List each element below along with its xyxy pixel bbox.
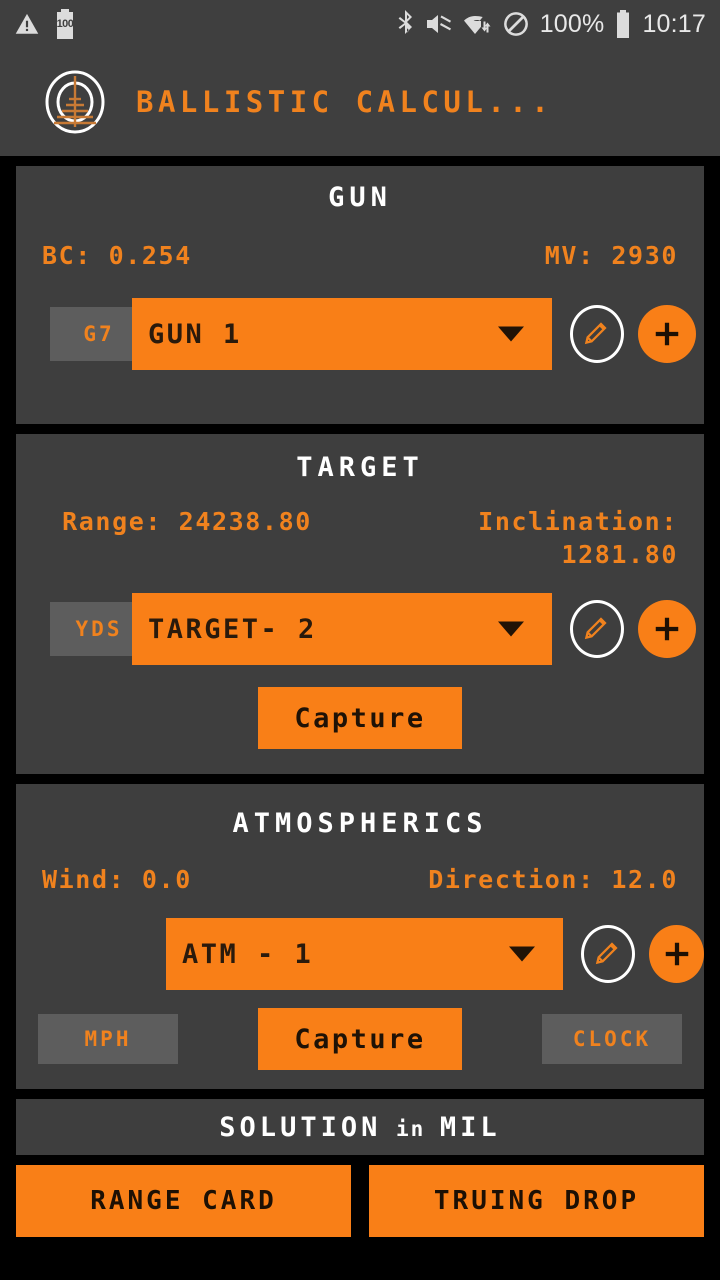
divider bbox=[0, 774, 720, 784]
gun-edit-button[interactable] bbox=[570, 305, 624, 363]
target-stats-row: Range: 24238.80 Inclination: 1281.80 bbox=[16, 505, 704, 571]
clock-label: 10:17 bbox=[642, 9, 706, 38]
do-not-disturb-icon bbox=[503, 11, 529, 37]
pencil-icon bbox=[593, 937, 623, 972]
bottom-button-row: RANGE CARD TRUING DROP bbox=[0, 1155, 720, 1237]
chevron-down-icon bbox=[498, 326, 524, 342]
solution-header: SOLUTION in MIL bbox=[16, 1099, 704, 1155]
target-profile-dropdown[interactable]: TARGET- 2 bbox=[132, 593, 552, 665]
divider bbox=[0, 1089, 720, 1099]
status-bar: 100 100% 10:17 bbox=[0, 0, 720, 48]
atmospherics-control-row: ATM - 1 bbox=[16, 918, 704, 990]
truing-drop-button[interactable]: TRUING DROP bbox=[369, 1165, 704, 1237]
volume-muted-icon bbox=[426, 12, 453, 36]
atmospherics-stats-row: Wind: 0.0 Direction: 12.0 bbox=[16, 863, 704, 896]
target-add-button[interactable] bbox=[638, 600, 696, 658]
gun-card-title: GUN bbox=[328, 182, 392, 213]
battery-saver-value: 100 bbox=[56, 18, 74, 30]
battery-saver-icon: 100 bbox=[54, 9, 76, 39]
target-card: TARGET Range: 24238.80 Inclination: 1281… bbox=[16, 434, 704, 774]
status-bar-left: 100 bbox=[14, 9, 76, 39]
target-edit-button[interactable] bbox=[570, 600, 624, 658]
gun-add-button[interactable] bbox=[638, 305, 696, 363]
target-range-label: Range: 24238.80 bbox=[62, 507, 312, 536]
gun-profile-dropdown[interactable]: GUN 1 bbox=[132, 298, 552, 370]
atmospherics-card: ATMOSPHERICS Wind: 0.0 Direction: 12.0 A… bbox=[16, 784, 704, 1089]
plus-icon bbox=[662, 939, 692, 969]
gun-card: GUN BC: 0.254 MV: 2930 G7 GUN 1 bbox=[16, 166, 704, 424]
gun-bc-label: BC: 0.254 bbox=[42, 241, 192, 270]
battery-icon bbox=[615, 10, 631, 38]
target-control-row: YDS TARGET- 2 bbox=[16, 593, 704, 665]
wifi-icon bbox=[463, 12, 492, 36]
wind-speed-unit-button[interactable]: MPH bbox=[38, 1014, 178, 1064]
solution-title-main: SOLUTION bbox=[219, 1111, 382, 1143]
solution-title: SOLUTION in MIL bbox=[219, 1112, 500, 1143]
target-capture-button[interactable]: Capture bbox=[258, 687, 462, 749]
scope-reticle-icon bbox=[42, 69, 108, 135]
gun-stats-row: BC: 0.254 MV: 2930 bbox=[16, 239, 704, 272]
solution-title-unit: MIL bbox=[439, 1111, 501, 1143]
app-title: BALLISTIC CALCUL... bbox=[136, 85, 554, 119]
plus-icon bbox=[652, 614, 682, 644]
range-card-button[interactable]: RANGE CARD bbox=[16, 1165, 351, 1237]
atmospherics-buttons-row: MPH Capture CLOCK bbox=[16, 1008, 704, 1070]
atmospherics-profile-value: ATM - 1 bbox=[182, 938, 314, 970]
atmospherics-edit-button[interactable] bbox=[581, 925, 636, 983]
gun-mv-label: MV: 2930 bbox=[544, 241, 678, 270]
status-bar-right: 100% 10:17 bbox=[397, 10, 706, 39]
gun-profile-value: GUN 1 bbox=[148, 318, 242, 350]
target-capture-row: Capture bbox=[16, 687, 704, 749]
wind-direction-unit-button[interactable]: CLOCK bbox=[542, 1014, 682, 1064]
atmospherics-capture-button[interactable]: Capture bbox=[258, 1008, 462, 1070]
wind-label: Wind: 0.0 bbox=[42, 865, 192, 894]
plus-icon bbox=[652, 319, 682, 349]
atmospherics-profile-dropdown[interactable]: ATM - 1 bbox=[166, 918, 564, 990]
target-inclination-label: Inclination: 1281.80 bbox=[478, 507, 678, 569]
pencil-icon bbox=[582, 612, 612, 647]
bluetooth-icon bbox=[397, 10, 415, 38]
atmospherics-add-button[interactable] bbox=[649, 925, 704, 983]
divider bbox=[0, 424, 720, 434]
target-profile-value: TARGET- 2 bbox=[148, 613, 317, 645]
target-card-title: TARGET bbox=[296, 452, 424, 483]
wind-direction-label: Direction: 12.0 bbox=[428, 865, 678, 894]
warning-triangle-icon bbox=[14, 11, 40, 37]
app-screen: 100 100% 10:17 BALLISTIC CALCUL... GUN B… bbox=[0, 0, 720, 1280]
chevron-down-icon bbox=[498, 621, 524, 637]
chevron-down-icon bbox=[509, 946, 536, 962]
divider bbox=[0, 156, 720, 166]
gun-control-row: G7 GUN 1 bbox=[16, 298, 704, 370]
app-bar: BALLISTIC CALCUL... bbox=[0, 48, 720, 156]
pencil-icon bbox=[582, 317, 612, 352]
solution-title-lower: in bbox=[381, 1116, 440, 1141]
battery-percent-label: 100% bbox=[539, 9, 605, 38]
atmospherics-card-title: ATMOSPHERICS bbox=[232, 808, 488, 839]
